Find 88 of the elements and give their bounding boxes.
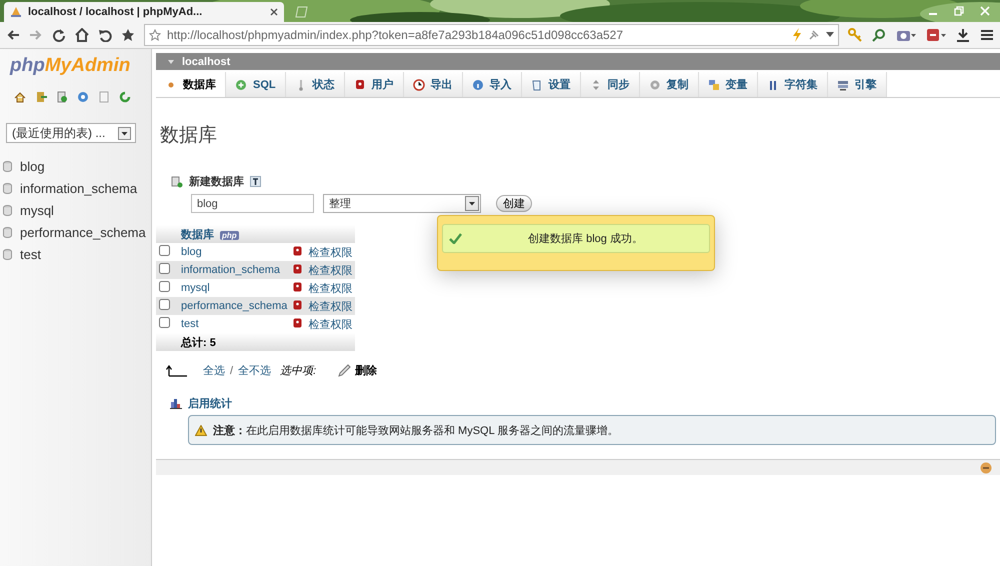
- browser-tab[interactable]: localhost / localhost | phpMyAd...: [4, 2, 284, 22]
- database-icon[interactable]: [3, 248, 12, 260]
- nav-tab[interactable]: 变量: [698, 72, 758, 97]
- plus-circle-icon: [235, 78, 247, 90]
- refresh-icon[interactable]: [119, 91, 131, 103]
- database-name-field[interactable]: blog: [191, 194, 314, 213]
- database-name[interactable]: performance_schema: [178, 297, 290, 315]
- bar-chart-icon: [170, 398, 182, 409]
- row-checkbox[interactable]: [159, 299, 170, 310]
- nav-tab[interactable]: 字符集: [758, 72, 828, 97]
- server-icon: [836, 78, 849, 90]
- database-name[interactable]: blog: [178, 243, 290, 261]
- database-link[interactable]: test: [20, 246, 41, 262]
- row-checkbox[interactable]: [159, 245, 170, 256]
- database-name[interactable]: mysql: [178, 279, 290, 297]
- check-privileges-link[interactable]: 检查权限: [308, 246, 352, 258]
- url-text: http://localhost/phpmyadmin/index.php?token=a8fe7a293b184a096c51d098cc63a527: [167, 28, 624, 42]
- nav-tab[interactable]: SQL: [226, 72, 286, 97]
- new-database-icon: [171, 176, 183, 188]
- notice-text: 注意：在此启用数据库统计可能导致网站服务器和 MySQL 服务器之间的流量骤增。: [213, 424, 618, 438]
- blocks-icon: [708, 78, 720, 90]
- nav-tab[interactable]: 复制: [640, 72, 699, 97]
- nav-tab[interactable]: 导出: [404, 72, 463, 97]
- pin-icon[interactable]: [808, 29, 820, 41]
- total-count: 总计: 5: [178, 333, 290, 351]
- pencil-icon: [337, 364, 352, 378]
- check-privileges-link[interactable]: 检查权限: [308, 318, 352, 330]
- database-link[interactable]: blog: [20, 158, 45, 174]
- menu-icon[interactable]: [980, 28, 994, 42]
- check-icon: [449, 233, 462, 244]
- database-icon[interactable]: [3, 182, 12, 194]
- reload-icon[interactable]: [52, 28, 66, 42]
- stats-link[interactable]: 启用统计: [188, 396, 232, 411]
- home-icon[interactable]: [14, 91, 26, 103]
- with-selected-label: 选中项:: [280, 364, 316, 378]
- php-badge: php: [220, 230, 239, 240]
- warning-icon: [195, 424, 207, 436]
- separator: /: [230, 364, 234, 376]
- row-checkbox[interactable]: [159, 317, 170, 328]
- back-icon[interactable]: [6, 28, 20, 42]
- database-icon[interactable]: [3, 204, 12, 216]
- address-bar[interactable]: http://localhost/phpmyadmin/index.php?token=a8fe7a293b184a096c51d098cc63a527: [144, 24, 839, 46]
- column-header[interactable]: 数据库: [181, 228, 214, 240]
- database-name[interactable]: information_schema: [178, 261, 290, 279]
- logo[interactable]: phpMyAdmin: [0, 49, 151, 77]
- create-button[interactable]: 创建: [496, 195, 532, 212]
- page-title: 数据库: [160, 124, 218, 148]
- database-icon[interactable]: [3, 226, 12, 238]
- row-checkbox[interactable]: [159, 263, 170, 274]
- sail-icon: [10, 6, 22, 18]
- clock-icon: [412, 78, 425, 90]
- magnifier-icon[interactable]: [872, 28, 886, 42]
- tab-title: localhost / localhost | phpMyAd...: [28, 6, 204, 18]
- caret-icon[interactable]: [826, 32, 834, 38]
- section-heading: 新建数据库: [189, 174, 244, 189]
- nav-tab[interactable]: 设置: [522, 72, 581, 97]
- nav-tab[interactable]: 同步: [580, 72, 640, 97]
- database-link[interactable]: mysql: [20, 202, 54, 218]
- database-link[interactable]: performance_schema: [20, 224, 146, 240]
- star-icon[interactable]: [121, 28, 135, 42]
- close-icon[interactable]: [270, 8, 278, 16]
- toolbox-icon[interactable]: [926, 28, 946, 42]
- collation-dropdown[interactable]: 整理: [323, 194, 481, 213]
- undo-icon[interactable]: [98, 28, 112, 42]
- home-icon[interactable]: [75, 28, 89, 42]
- delete-button[interactable]: 删除: [337, 363, 378, 378]
- success-message: 创建数据库 blog 成功。: [527, 232, 644, 246]
- nav-tab[interactable]: 状态: [286, 72, 345, 97]
- check-privileges-link[interactable]: 检查权限: [308, 282, 352, 294]
- arrow-icon: [166, 364, 188, 376]
- camera-icon[interactable]: [896, 28, 916, 42]
- exit-door-icon[interactable]: [35, 91, 47, 103]
- caret-icon: [168, 60, 174, 64]
- row-checkbox[interactable]: [159, 281, 170, 292]
- recent-tables-dropdown[interactable]: (最近使用的表) ...: [6, 123, 136, 143]
- download-icon[interactable]: [956, 28, 970, 42]
- document-icon[interactable]: [56, 91, 68, 103]
- star-icon[interactable]: [149, 29, 161, 41]
- info-icon: [472, 78, 484, 90]
- nav-tab[interactable]: 引擎: [828, 72, 887, 97]
- database-icon[interactable]: [3, 160, 12, 172]
- unselect-all-link[interactable]: 全不选: [238, 363, 272, 378]
- database-link[interactable]: information_schema: [20, 180, 138, 196]
- nav-tab[interactable]: 用户: [344, 72, 404, 97]
- select-all-link[interactable]: 全选: [203, 363, 225, 378]
- database-name[interactable]: test: [178, 315, 290, 333]
- nav-tab[interactable]: 导入: [462, 72, 522, 97]
- server-link[interactable]: localhost: [182, 56, 230, 68]
